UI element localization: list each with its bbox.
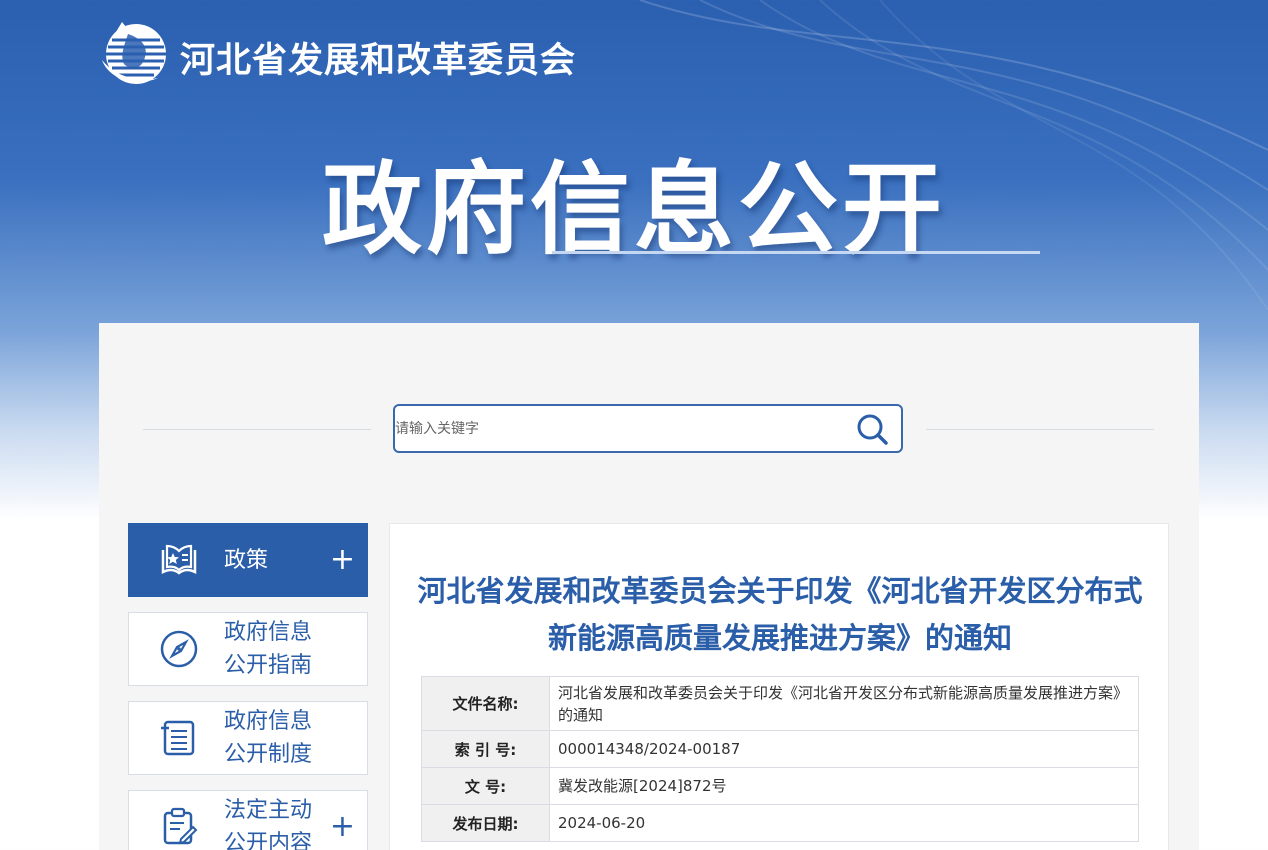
sidebar: 政策 + 政府信息公开指南 政府信息公开制度 法定主动公开内容 + — [128, 523, 368, 850]
document-meta-table: 文件名称: 河北省发展和改革委员会关于印发《河北省开发区分布式新能源高质量发展推… — [421, 676, 1139, 842]
meta-key: 文件名称: — [421, 676, 550, 731]
document-content: 河北省发展和改革委员会关于印发《河北省开发区分布式新能源高质量发展推进方案》的通… — [389, 523, 1169, 850]
meta-value: 河北省发展和改革委员会关于印发《河北省开发区分布式新能源高质量发展推进方案》的通… — [549, 676, 1139, 731]
ndrc-logo-icon — [102, 22, 166, 84]
meta-key: 文 号: — [421, 767, 550, 805]
banner-underline — [552, 251, 1040, 254]
search-input[interactable] — [395, 406, 835, 451]
table-row: 文件名称: 河北省发展和改革委员会关于印发《河北省开发区分布式新能源高质量发展推… — [421, 676, 1139, 731]
document-title: 河北省发展和改革委员会关于印发《河北省开发区分布式新能源高质量发展推进方案》的通… — [417, 574, 1143, 655]
expand-plus-icon[interactable]: + — [330, 812, 355, 842]
list-document-icon — [161, 720, 195, 756]
policy-book-star-icon — [161, 544, 197, 575]
sidebar-item-label: 政府信息公开指南 — [224, 620, 313, 678]
sidebar-item-policy[interactable]: 政策 + — [128, 523, 368, 597]
meta-value: 冀发改能源[2024]872号 — [549, 767, 1139, 805]
sidebar-item-mandatory-disclosure[interactable]: 法定主动公开内容 + — [128, 790, 368, 850]
sidebar-item-label: 法定主动公开内容 — [224, 798, 313, 850]
meta-value: 000014348/2024-00187 — [549, 730, 1139, 768]
main-panel: 政策 + 政府信息公开指南 政府信息公开制度 — [99, 323, 1199, 850]
sidebar-item-disclosure-guide[interactable]: 政府信息公开指南 — [128, 612, 368, 686]
search-divider-right — [926, 429, 1154, 430]
table-row: 发布日期: 2024-06-20 — [421, 804, 1139, 842]
meta-key: 发布日期: — [421, 804, 550, 842]
org-name[interactable]: 河北省发展和改革委员会 — [180, 32, 576, 83]
sidebar-item-label: 政府信息公开制度 — [224, 709, 313, 767]
meta-value: 2024-06-20 — [549, 804, 1139, 842]
search-box — [393, 404, 903, 453]
clipboard-edit-icon — [163, 807, 198, 845]
table-row: 索 引 号: 000014348/2024-00187 — [421, 730, 1139, 768]
compass-icon — [160, 630, 198, 668]
search-divider-left — [143, 429, 371, 430]
expand-plus-icon[interactable]: + — [330, 545, 355, 575]
meta-key: 索 引 号: — [421, 730, 550, 768]
sidebar-item-label: 政策 — [224, 547, 269, 573]
search-icon[interactable] — [855, 412, 889, 446]
sidebar-item-disclosure-rules[interactable]: 政府信息公开制度 — [128, 701, 368, 775]
table-row: 文 号: 冀发改能源[2024]872号 — [421, 767, 1139, 805]
